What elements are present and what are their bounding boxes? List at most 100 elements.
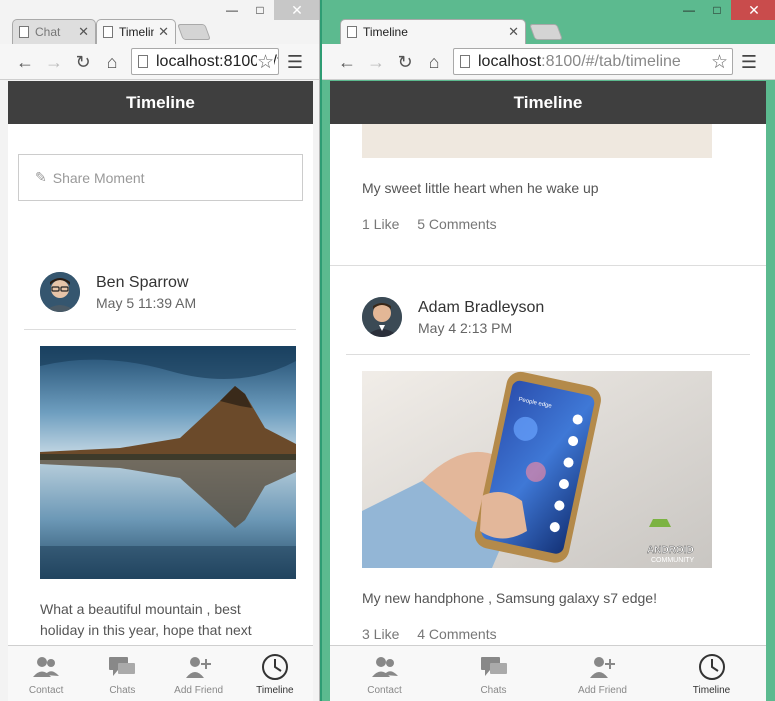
- page-icon: [138, 55, 148, 68]
- post-text: My new handphone , Samsung galaxy s7 edg…: [362, 590, 657, 606]
- watermark-android: ANDROID: [647, 545, 694, 556]
- minimize-icon[interactable]: —: [218, 0, 246, 20]
- timeline-clock-icon: [261, 652, 289, 682]
- tab-close-icon[interactable]: ✕: [78, 24, 89, 40]
- close-window-icon[interactable]: ✕: [731, 0, 775, 20]
- post-image-mountain[interactable]: [40, 346, 296, 579]
- tab-close-icon[interactable]: ✕: [508, 24, 519, 40]
- timeline-feed: ✎ Share Moment Ben Sparrow May 5 11:39 A…: [8, 124, 313, 645]
- new-tab-button[interactable]: [529, 24, 563, 40]
- tab-contact[interactable]: Contact: [330, 646, 439, 701]
- tab-label: Contact: [367, 685, 402, 696]
- divider: [346, 354, 750, 355]
- address-bar[interactable]: localhost:8100/#/tab/timeline ☆: [453, 48, 733, 75]
- tab-timeline-active[interactable]: Timeline: [657, 646, 766, 701]
- back-arrow-icon[interactable]: ←: [14, 51, 36, 73]
- tab-contact[interactable]: Contact: [8, 646, 84, 701]
- page-icon: [19, 26, 29, 38]
- forward-arrow-icon[interactable]: →: [43, 51, 65, 73]
- share-placeholder: Share Moment: [52, 169, 145, 186]
- left-titlebar: — □ ✕ Chat ✕ Timeline ✕: [0, 0, 319, 44]
- tab-label: Timeline: [119, 25, 154, 39]
- menu-icon[interactable]: ☰: [284, 51, 306, 73]
- address-bar[interactable]: localhost:8100/#/tab/timeline ☆: [131, 48, 279, 75]
- tab-timeline[interactable]: Timeline ✕: [340, 19, 526, 44]
- add-friend-icon: [185, 652, 213, 682]
- tab-label: Chat: [35, 25, 61, 39]
- right-browser-window: — □ ✕ Timeline ✕ ← → ↻ ⌂ localhost:8100/…: [322, 0, 775, 701]
- tab-close-icon[interactable]: ✕: [158, 24, 169, 40]
- back-arrow-icon[interactable]: ←: [336, 51, 358, 73]
- minimize-icon[interactable]: —: [675, 0, 703, 20]
- tab-add-friend[interactable]: Add Friend: [161, 646, 237, 701]
- maximize-icon[interactable]: □: [703, 0, 731, 20]
- contact-icon: [371, 652, 399, 682]
- likes-link[interactable]: 3 Like: [362, 626, 399, 642]
- post-date: May 5 11:39 AM: [96, 295, 197, 311]
- tab-label: Chats: [480, 685, 507, 696]
- left-app-viewport: Timeline ✎ Share Moment Ben Sparrow May …: [8, 81, 313, 701]
- page-icon: [103, 26, 113, 38]
- tab-timeline[interactable]: Timeline ✕: [96, 19, 176, 44]
- post-text: What a beautiful mountain , best holiday…: [40, 601, 252, 638]
- left-window-controls: — □ ✕: [218, 0, 319, 22]
- share-moment-input[interactable]: ✎ Share Moment: [18, 154, 303, 201]
- tab-label: Add Friend: [174, 685, 224, 696]
- contact-icon: [32, 652, 60, 682]
- avatar[interactable]: [40, 272, 80, 312]
- close-window-icon[interactable]: ✕: [274, 0, 319, 20]
- reload-icon[interactable]: ↻: [394, 51, 416, 73]
- tab-chat[interactable]: Chat ✕: [12, 19, 96, 44]
- tab-label: Add Friend: [578, 685, 627, 696]
- home-icon[interactable]: ⌂: [101, 51, 123, 73]
- comments-link[interactable]: 4 Comments: [417, 626, 496, 642]
- right-titlebar: — □ ✕ Timeline ✕: [322, 0, 775, 44]
- tab-label: Timeline: [692, 685, 731, 696]
- maximize-icon[interactable]: □: [246, 0, 274, 20]
- chats-icon: [480, 652, 508, 682]
- tab-label: Chats: [109, 685, 136, 696]
- add-friend-icon: [589, 652, 617, 682]
- page-title: Timeline: [8, 81, 313, 124]
- right-app-viewport: Timeline My sweet little heart when he w…: [330, 81, 766, 701]
- tab-chats[interactable]: Chats: [439, 646, 548, 701]
- right-toolbar: ← → ↻ ⌂ localhost:8100/#/tab/timeline ☆ …: [322, 44, 775, 80]
- post-author[interactable]: Ben Sparrow: [96, 274, 189, 292]
- phone-in-hand-image: People edge ANDROID COMMUNITY: [362, 371, 712, 568]
- tab-label: Contact: [28, 685, 64, 696]
- url-text: localhost:8100/#/tab/timeline: [478, 53, 732, 71]
- post-date: May 4 2:13 PM: [418, 320, 513, 336]
- left-toolbar: ← → ↻ ⌂ localhost:8100/#/tab/timeline ☆ …: [0, 44, 319, 80]
- bottom-tab-bar: Contact Chats Add Friend Timeline: [8, 645, 313, 701]
- page-title: Timeline: [330, 81, 766, 124]
- page-icon: [347, 26, 357, 38]
- timeline-feed: My sweet little heart when he wake up 1 …: [330, 124, 766, 645]
- post-image-phone[interactable]: People edge ANDROID COMMUNITY: [362, 371, 712, 568]
- timeline-clock-icon: [698, 652, 726, 682]
- watermark-community: COMMUNITY: [651, 557, 694, 564]
- new-tab-button[interactable]: [177, 24, 211, 40]
- home-icon[interactable]: ⌂: [423, 51, 445, 73]
- pencil-icon: ✎: [35, 169, 47, 185]
- avatar-adam-bradleyson: [362, 297, 402, 337]
- menu-icon[interactable]: ☰: [738, 51, 760, 73]
- post-text: My sweet little heart when he wake up: [362, 180, 599, 196]
- likes-link[interactable]: 1 Like: [362, 216, 399, 232]
- mountain-lake-image: [40, 346, 296, 579]
- tab-timeline-active[interactable]: Timeline: [237, 646, 313, 701]
- chats-icon: [108, 652, 136, 682]
- post-meta: 1 Like 5 Comments: [362, 216, 511, 232]
- post-image-partial[interactable]: [362, 124, 712, 158]
- tab-add-friend[interactable]: Add Friend: [548, 646, 657, 701]
- left-browser-window: — □ ✕ Chat ✕ Timeline ✕ ← → ↻ ⌂ localhos…: [0, 0, 320, 701]
- bookmark-star-icon[interactable]: ☆: [710, 51, 728, 74]
- avatar[interactable]: [362, 297, 402, 337]
- avatar-ben-sparrow: [40, 272, 80, 312]
- reload-icon[interactable]: ↻: [72, 51, 94, 73]
- forward-arrow-icon[interactable]: →: [365, 51, 387, 73]
- comments-link[interactable]: 5 Comments: [417, 216, 496, 232]
- tab-chats[interactable]: Chats: [84, 646, 160, 701]
- divider: [24, 329, 296, 330]
- bookmark-star-icon[interactable]: ☆: [256, 51, 274, 74]
- post-author[interactable]: Adam Bradleyson: [418, 299, 544, 317]
